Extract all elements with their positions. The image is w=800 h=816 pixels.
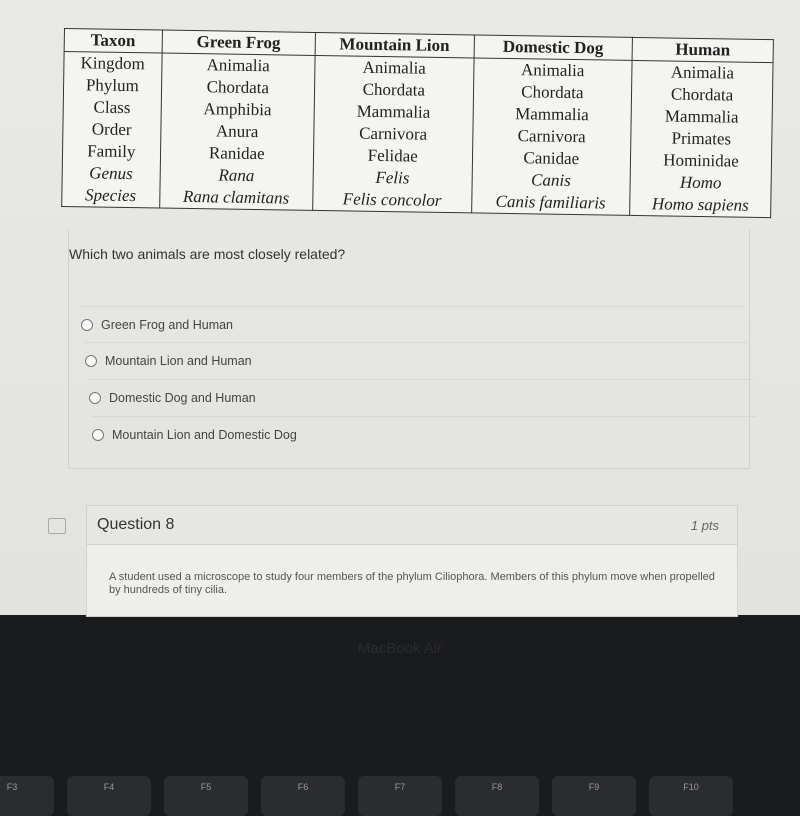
table-cell: Kingdom	[63, 51, 162, 76]
table-cell: Felis concolor	[312, 187, 472, 213]
function-key[interactable]: F10	[649, 776, 733, 816]
radio-button[interactable]	[89, 392, 101, 404]
table-cell: Chordata	[314, 77, 474, 103]
function-key[interactable]: F9	[552, 776, 636, 816]
table-cell: Chordata	[160, 75, 315, 100]
question-8: Question 8 1 pts A student used a micros…	[86, 505, 738, 617]
table-cell: Animalia	[473, 57, 633, 83]
table-cell: Anura	[160, 119, 315, 144]
column-header: Green Frog	[161, 30, 316, 56]
column-header: Human	[632, 37, 774, 63]
question-points: 1 pts	[690, 517, 719, 533]
table-cell: Canis	[471, 168, 631, 193]
keyboard-row: F3 F4 F5 F6 F7 F8 F9 F10	[0, 770, 800, 816]
table-cell: Homo sapiens	[629, 192, 771, 218]
question-text: A student used a microscope to study fou…	[109, 571, 715, 596]
question-header: Question 8 1 pts	[87, 506, 737, 545]
screen: Taxon Green Frog Mountain Lion Domestic Dog…	[0, 0, 800, 617]
laptop-brand: MacBook Air	[357, 640, 443, 657]
table-cell: Ranidae	[159, 141, 314, 166]
table-cell: Phylum	[63, 74, 162, 98]
table-cell: Canidae	[471, 146, 631, 171]
function-key[interactable]: F3	[0, 776, 54, 816]
table-cell: Class	[63, 95, 161, 120]
answer-option[interactable]: Mountain Lion and Human	[85, 342, 750, 379]
table-cell: Animalia	[314, 55, 474, 81]
function-key[interactable]: F5	[164, 776, 248, 816]
radio-button[interactable]	[81, 319, 93, 331]
table-cell: Carnivora	[472, 124, 632, 149]
table-cell: Order	[62, 117, 161, 142]
table-cell: Mammalia	[314, 99, 473, 125]
taxonomy-table: Taxon Green Frog Mountain Lion Domestic Dog…	[61, 28, 774, 219]
table-cell: Felidae	[313, 143, 473, 169]
table-cell: Hominidae	[630, 148, 772, 174]
answer-label: Mountain Lion and Human	[105, 354, 252, 368]
table-cell: Mammalia	[631, 104, 773, 130]
function-key[interactable]: F7	[358, 776, 442, 816]
table-cell: Primates	[630, 126, 772, 152]
function-key[interactable]: F6	[261, 776, 345, 816]
function-key[interactable]: F4	[67, 776, 151, 816]
answer-option[interactable]: Domestic Dog and Human	[89, 379, 754, 416]
question-title: Question 8	[97, 516, 175, 533]
table-cell: Species	[61, 183, 160, 209]
table-cell: Amphibia	[160, 97, 315, 122]
answer-label: Green Frog and Human	[101, 318, 234, 332]
answer-option[interactable]: Green Frog and Human	[81, 306, 746, 343]
radio-button[interactable]	[85, 355, 97, 367]
table-cell: Family	[62, 139, 161, 164]
table-cell: Chordata	[472, 80, 632, 105]
column-header: Mountain Lion	[315, 32, 474, 58]
table-cell: Genus	[62, 161, 160, 186]
answer-label: Domestic Dog and Human	[109, 391, 256, 405]
answer-option[interactable]: Mountain Lion and Domestic Dog	[92, 416, 757, 453]
answer-label: Mountain Lion and Domestic Dog	[112, 428, 297, 442]
table-cell: Rana clamitans	[159, 185, 314, 211]
table-cell: Felis	[313, 165, 472, 191]
radio-button[interactable]	[92, 429, 104, 441]
question-7: Which two animals are most closely relat…	[68, 230, 757, 469]
table-cell: Homo	[630, 170, 772, 196]
table-cell: Canis familiaris	[471, 190, 631, 216]
table-cell: Carnivora	[313, 121, 473, 147]
table-cell: Chordata	[631, 82, 773, 108]
flag-question-icon[interactable]	[48, 518, 66, 534]
table-cell: Mammalia	[472, 102, 632, 127]
table-cell: Animalia	[161, 53, 316, 78]
question-text: Which two animals are most closely relat…	[69, 246, 346, 262]
column-header: Taxon	[64, 28, 162, 54]
table-cell: Animalia	[631, 60, 774, 86]
column-header: Domestic Dog	[473, 34, 633, 61]
function-key[interactable]: F8	[455, 776, 539, 816]
table-cell: Rana	[159, 163, 314, 188]
